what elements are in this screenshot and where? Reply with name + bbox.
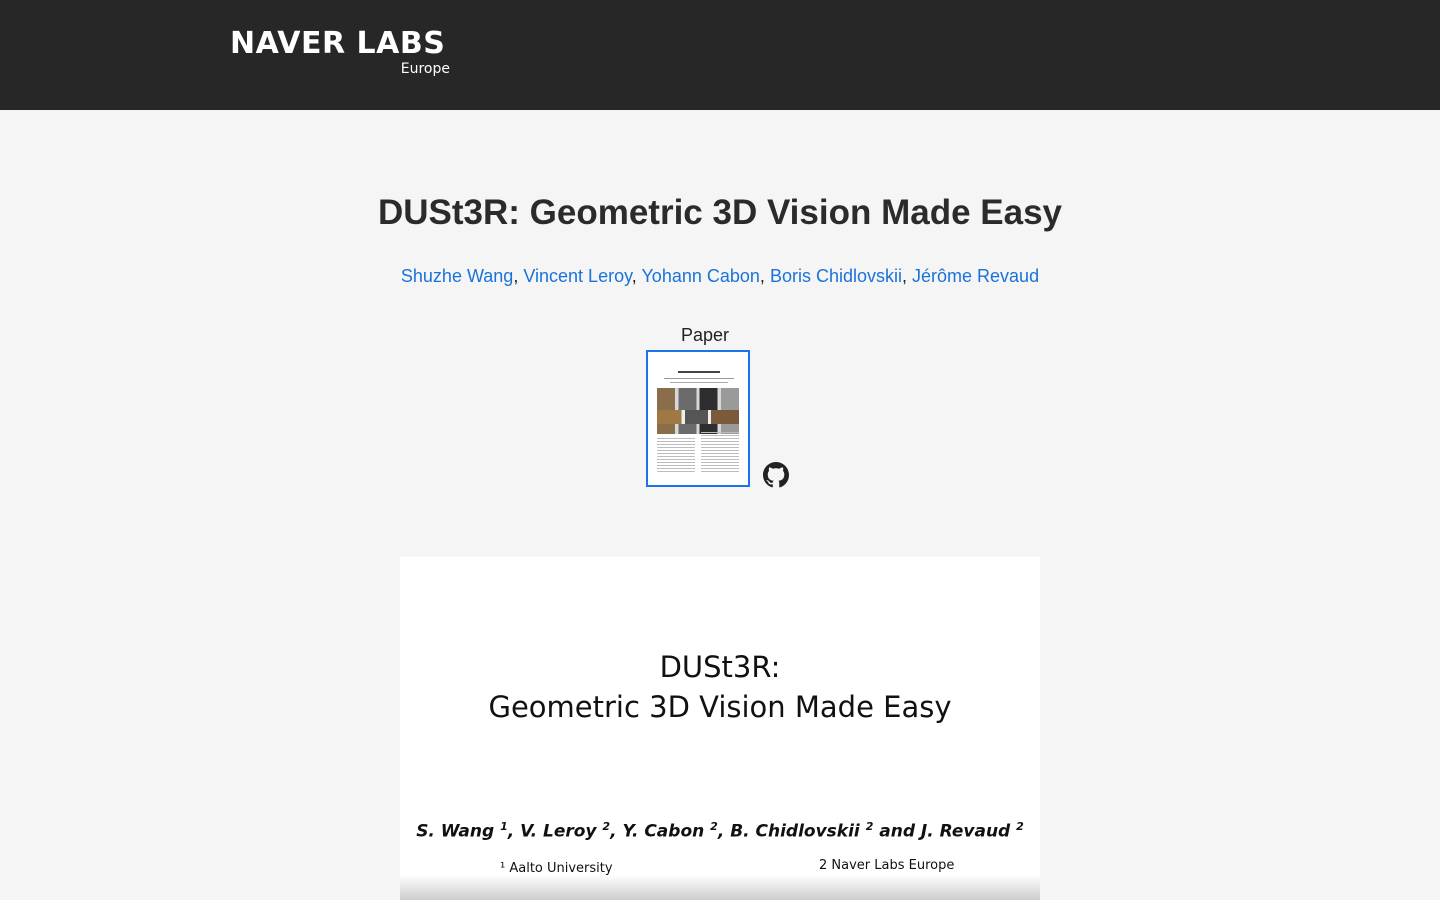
presentation-slide: DUSt3R: Geometric 3D Vision Made Easy S.… [400,557,1040,900]
top-header-bar: NAVER LABS Europe [0,0,1440,110]
thumbnail-figure-row [657,410,739,424]
author-separator: , [513,266,519,286]
thumbnail-affiliation-line [670,382,728,383]
github-icon[interactable] [763,462,789,488]
author-link-jerome-revaud[interactable]: Jérôme Revaud [912,266,1039,286]
slide-author-text: and J. Revaud [873,821,1017,842]
slide-author-text: S. Wang [416,821,501,842]
author-separator: , [759,266,765,286]
slide-title-line1: DUSt3R: [659,650,781,684]
logo-main-text: NAVER LABS [230,26,446,61]
thumbnail-text-column-right [701,432,739,472]
slide-title-line2: Geometric 3D Vision Made Easy [488,690,952,724]
slide-title: DUSt3R: Geometric 3D Vision Made Easy [400,647,1040,727]
slide-author-superscript: 1 [500,820,508,833]
logo-sub-text: Europe [400,61,450,77]
slide-authors: S. Wang 1, V. Leroy 2, Y. Cabon 2, B. Ch… [400,815,1040,844]
author-separator: , [901,266,907,286]
author-link-vincent-leroy[interactable]: Vincent Leroy [523,266,631,286]
author-separator: , [631,266,637,286]
slide-author-superscript: 2 [1016,820,1024,833]
slide-author-superscript: 2 [602,820,611,833]
author-link-shuzhe-wang[interactable]: Shuzhe Wang [401,266,513,286]
paper-label: Paper [680,325,730,345]
thumbnail-text-column-left [657,438,695,472]
author-list: Shuzhe Wang, Vincent Leroy, Yohann Cabon… [0,264,1440,288]
slide-affiliation-naver: 2 Naver Labs Europe [819,858,955,873]
slide-bottom-fade [400,875,1040,900]
slide-author-text: , B. Chidlovskii [717,821,866,842]
thumbnail-author-line [664,378,734,379]
thumbnail-title-line [678,371,720,373]
page-title: DUSt3R: Geometric 3D Vision Made Easy [377,193,1063,232]
naver-labs-logo-link[interactable]: NAVER LABS Europe [230,28,450,80]
slide-author-superscript: 2 [710,820,718,833]
slide-author-text: , Y. Cabon [610,821,711,842]
paper-thumbnail-link[interactable] [646,350,750,487]
slide-author-text: , V. Leroy [507,821,603,842]
author-link-boris-chidlovskii[interactable]: Boris Chidlovskii [770,266,902,286]
author-link-yohann-cabon[interactable]: Yohann Cabon [641,266,759,286]
